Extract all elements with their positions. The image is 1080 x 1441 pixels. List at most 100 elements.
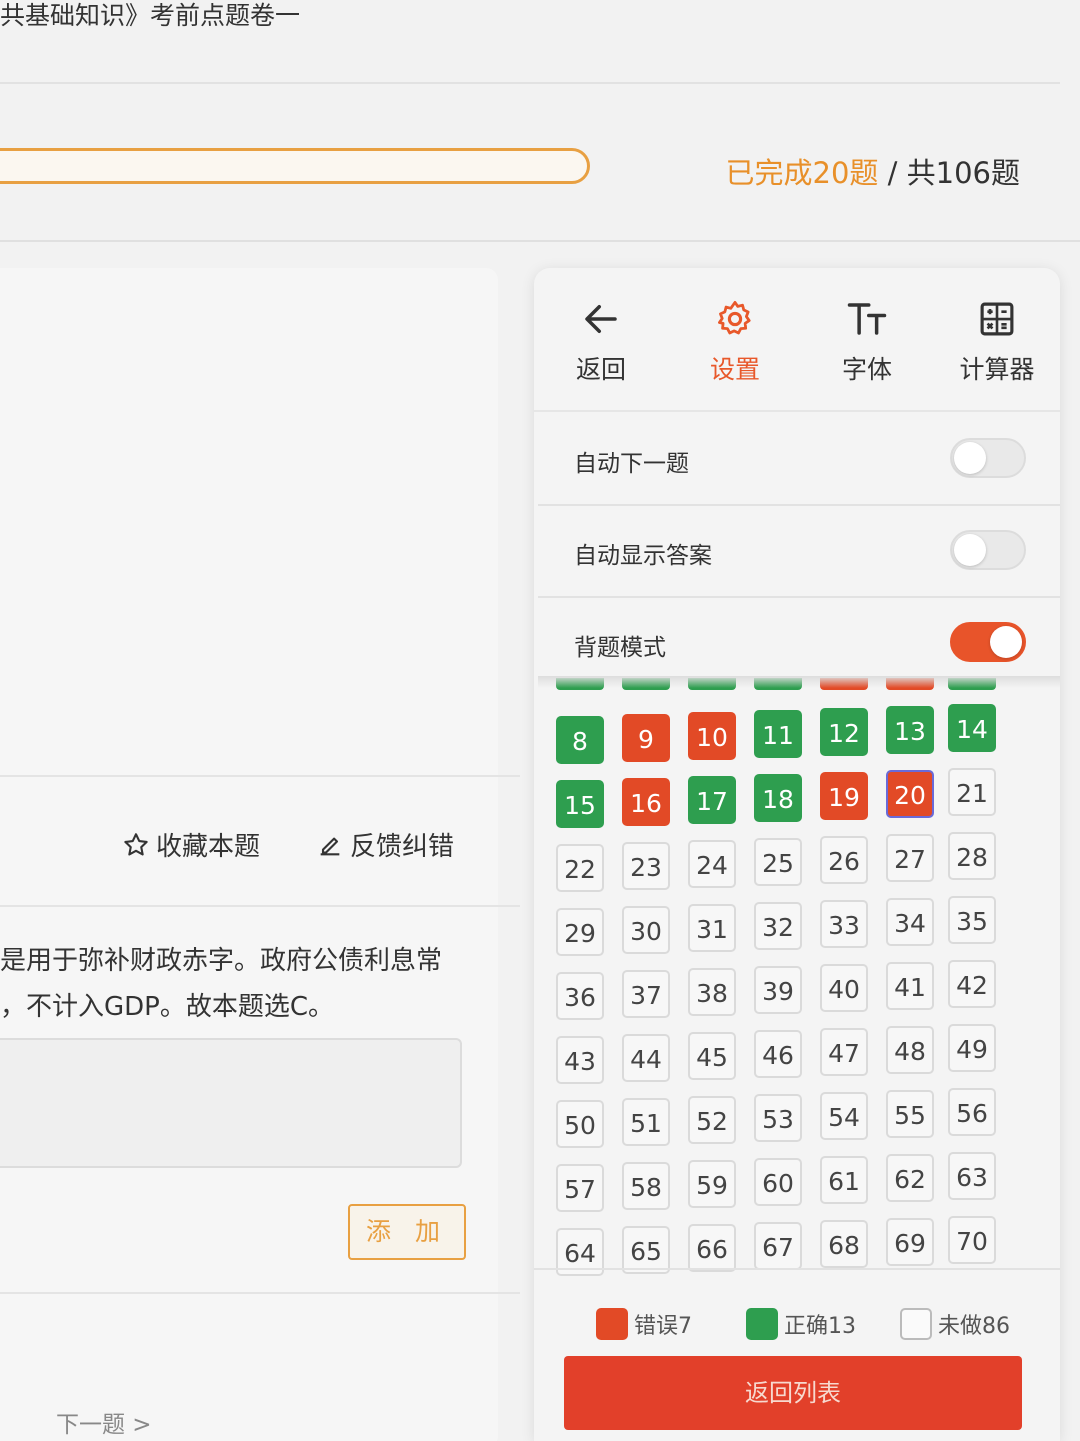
question-number-cell[interactable]: 56 bbox=[948, 1088, 996, 1136]
question-number-cell[interactable]: 51 bbox=[622, 1098, 670, 1146]
question-number-cell[interactable]: 11 bbox=[754, 710, 802, 758]
question-number-cell[interactable]: 47 bbox=[820, 1028, 868, 1076]
question-number-cell[interactable]: 68 bbox=[820, 1220, 868, 1268]
arrow-left-icon bbox=[585, 305, 617, 333]
question-number-cell[interactable]: 48 bbox=[886, 1026, 934, 1074]
toggle-knob bbox=[954, 534, 986, 566]
question-number-cell[interactable]: 59 bbox=[688, 1160, 736, 1208]
question-number-cell[interactable]: 37 bbox=[622, 970, 670, 1018]
legend-undone: 未做86 bbox=[900, 1308, 1010, 1340]
note-input[interactable] bbox=[0, 1038, 462, 1168]
question-number-cell[interactable]: 18 bbox=[754, 774, 802, 822]
font-size-icon bbox=[847, 303, 887, 335]
question-number-cell[interactable]: 46 bbox=[754, 1030, 802, 1078]
feedback-button[interactable]: 反馈纠错 bbox=[316, 826, 454, 863]
calculator-button[interactable]: 计算器 bbox=[942, 298, 1052, 386]
question-number-cell[interactable]: 25 bbox=[754, 838, 802, 886]
question-number-cell[interactable]: 41 bbox=[886, 962, 934, 1010]
question-number-cell[interactable]: 50 bbox=[556, 1100, 604, 1148]
question-number-cell[interactable]: 39 bbox=[754, 966, 802, 1014]
question-number-cell[interactable]: 40 bbox=[820, 964, 868, 1012]
question-number-cell[interactable]: 60 bbox=[754, 1158, 802, 1206]
progress-done: 已完成20题 bbox=[725, 156, 879, 190]
question-number-cell[interactable]: 13 bbox=[886, 706, 934, 754]
feedback-label: 反馈纠错 bbox=[350, 832, 455, 862]
setting-auto-answer: 自动显示答案 bbox=[538, 506, 1060, 596]
question-number-cell[interactable]: 34 bbox=[886, 898, 934, 946]
divider bbox=[534, 1268, 1060, 1270]
question-number-cell[interactable]: 15 bbox=[556, 780, 604, 828]
question-number-cell[interactable]: 45 bbox=[688, 1032, 736, 1080]
question-number-cell[interactable]: 33 bbox=[820, 900, 868, 948]
question-number-cell[interactable]: 9 bbox=[622, 714, 670, 762]
question-number-cell[interactable]: 20 bbox=[886, 770, 934, 818]
question-number-cell[interactable]: 65 bbox=[622, 1226, 670, 1274]
question-number-cell[interactable]: 38 bbox=[688, 968, 736, 1016]
setting-label: 自动显示答案 bbox=[574, 543, 712, 569]
question-number-cell[interactable]: 54 bbox=[820, 1092, 868, 1140]
question-number-cell[interactable]: 26 bbox=[820, 836, 868, 884]
correct-swatch bbox=[746, 1308, 778, 1340]
question-number-cell[interactable]: 35 bbox=[948, 896, 996, 944]
question-number-cell[interactable]: 31 bbox=[688, 904, 736, 952]
question-number-cell[interactable]: 24 bbox=[688, 840, 736, 888]
settings-button[interactable]: 设置 bbox=[680, 298, 790, 386]
progress-bar bbox=[0, 148, 590, 184]
back-button[interactable]: 返回 bbox=[546, 298, 656, 386]
question-number-cell[interactable]: 44 bbox=[622, 1034, 670, 1082]
question-number-cell[interactable]: 28 bbox=[948, 832, 996, 880]
question-number-cell[interactable]: 8 bbox=[556, 716, 604, 764]
question-number-cell[interactable]: 53 bbox=[754, 1094, 802, 1142]
legend-wrong: 错误7 bbox=[596, 1308, 692, 1340]
question-number-cell[interactable]: 49 bbox=[948, 1024, 996, 1072]
question-number-cell[interactable]: 22 bbox=[556, 844, 604, 892]
font-button[interactable]: 字体 bbox=[812, 298, 922, 386]
question-number-cell[interactable]: 19 bbox=[820, 772, 868, 820]
calculator-icon bbox=[980, 302, 1014, 336]
question-number-cell[interactable]: 10 bbox=[688, 712, 736, 760]
legend-wrong-label: 错误7 bbox=[634, 1314, 692, 1339]
question-number-cell[interactable]: 66 bbox=[688, 1224, 736, 1272]
edit-icon bbox=[320, 837, 340, 855]
panel-toolbar: 返回 设置 字体 计算器 bbox=[534, 268, 1060, 408]
next-question-button[interactable]: 下一题 > bbox=[56, 1405, 152, 1439]
question-number-cell[interactable]: 43 bbox=[556, 1036, 604, 1084]
font-label: 字体 bbox=[841, 355, 892, 384]
auto-answer-toggle[interactable] bbox=[950, 530, 1026, 570]
question-number-cell[interactable]: 14 bbox=[948, 704, 996, 752]
question-number-cell[interactable]: 63 bbox=[948, 1152, 996, 1200]
question-number-cell[interactable]: 36 bbox=[556, 972, 604, 1020]
question-number-cell[interactable]: 52 bbox=[688, 1096, 736, 1144]
wrong-swatch bbox=[596, 1308, 628, 1340]
question-number-cell[interactable]: 32 bbox=[754, 902, 802, 950]
question-number-cell[interactable]: 12 bbox=[820, 708, 868, 756]
divider bbox=[534, 410, 1060, 412]
question-number-cell[interactable]: 17 bbox=[688, 776, 736, 824]
question-number-cell[interactable]: 69 bbox=[886, 1218, 934, 1266]
question-number-cell[interactable]: 23 bbox=[622, 842, 670, 890]
divider bbox=[0, 82, 1060, 84]
question-number-cell[interactable]: 62 bbox=[886, 1154, 934, 1202]
question-number-cell[interactable]: 61 bbox=[820, 1156, 868, 1204]
divider bbox=[0, 1292, 520, 1294]
favorite-button[interactable]: 收藏本题 bbox=[122, 826, 260, 863]
divider bbox=[0, 240, 1080, 242]
question-number-cell[interactable]: 55 bbox=[886, 1090, 934, 1138]
legend-correct-label: 正确13 bbox=[784, 1314, 856, 1339]
question-number-cell[interactable]: 67 bbox=[754, 1222, 802, 1270]
question-number-cell[interactable]: 58 bbox=[622, 1162, 670, 1210]
question-number-cell[interactable]: 42 bbox=[948, 960, 996, 1008]
progress-text: 已完成20题 / 共106题 bbox=[726, 150, 1020, 192]
question-number-cell[interactable]: 57 bbox=[556, 1164, 604, 1212]
question-number-cell[interactable]: 70 bbox=[948, 1216, 996, 1264]
question-number-cell[interactable]: 16 bbox=[622, 778, 670, 826]
page-title: 共基础知识》考前点题卷一 bbox=[0, 1, 301, 30]
add-note-button[interactable]: 添 加 bbox=[348, 1204, 466, 1260]
auto-next-toggle[interactable] bbox=[950, 438, 1026, 478]
question-number-cell[interactable]: 27 bbox=[886, 834, 934, 882]
back-to-list-button[interactable]: 返回列表 bbox=[564, 1356, 1022, 1430]
question-number-cell[interactable]: 21 bbox=[948, 768, 996, 816]
question-number-cell[interactable]: 29 bbox=[556, 908, 604, 956]
memorize-mode-toggle[interactable] bbox=[950, 622, 1026, 662]
question-number-cell[interactable]: 30 bbox=[622, 906, 670, 954]
